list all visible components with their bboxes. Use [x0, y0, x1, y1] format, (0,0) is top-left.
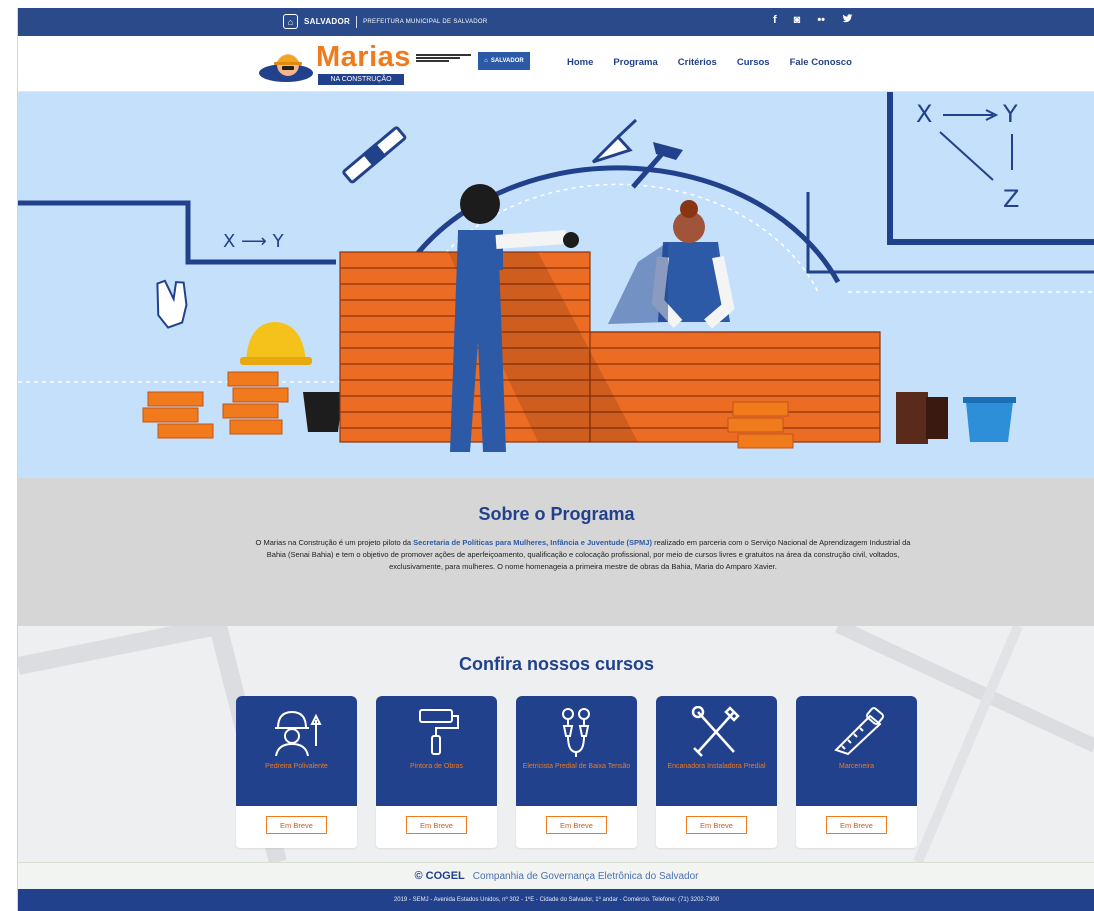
- courses-title: Confira nossos cursos: [458, 654, 655, 674]
- gov-divider: [356, 15, 358, 28]
- facebook-icon[interactable]: f: [773, 14, 777, 27]
- marias-logo[interactable]: Marias NA CONSTRUÇÃO: [256, 41, 411, 87]
- main-menu: Home Programa Critérios Cursos Fale Cono…: [567, 57, 852, 68]
- about-section: Sobre o Programa O Marias na Construção …: [18, 478, 1094, 626]
- course-title: Pedreira Polivalente: [265, 763, 328, 770]
- footer-bar: 2019 - SEMJ - Avenida Estados Unidos, nº…: [18, 889, 1094, 911]
- main-navbar: Marias NA CONSTRUÇÃO ⌂ SALVADOR Home Pro…: [18, 36, 1094, 92]
- about-title: Sobre o Programa: [478, 504, 635, 524]
- coming-soon-button[interactable]: Em Breve: [686, 816, 747, 834]
- course-card[interactable]: Pintora de Obras Em Breve: [376, 696, 497, 848]
- secretariat-logo: [416, 54, 471, 63]
- worker-icon: [275, 710, 322, 757]
- about-text: O Marias na Construção é um projeto pilo…: [250, 537, 916, 573]
- hero-xy-label: X ⟶ Y: [223, 231, 285, 252]
- hero-z-label: Z: [1003, 185, 1019, 213]
- electric-plug-icon: [562, 708, 590, 757]
- city-seal-icon: ⌂: [484, 58, 488, 64]
- footer-address: 2019 - SEMJ - Avenida Estados Unidos, nº…: [393, 897, 720, 903]
- gov-slogan: PREFEITURA MUNICIPAL DE SALVADOR: [363, 18, 488, 25]
- government-brand[interactable]: ⌂ SALVADOR PREFEITURA MUNICIPAL DE SALVA…: [283, 14, 488, 29]
- gov-brand-name: SALVADOR: [304, 17, 351, 26]
- logo-wordmark: Marias: [316, 41, 411, 73]
- course-card[interactable]: Eletricista Predial de Baixa Tensão Em B…: [516, 696, 637, 848]
- menu-item-criterios[interactable]: Critérios: [678, 57, 717, 68]
- course-title: Eletricista Predial de Baixa Tensão: [522, 763, 631, 770]
- wrench-icon: [691, 706, 740, 757]
- menu-item-cursos[interactable]: Cursos: [737, 57, 770, 68]
- course-card[interactable]: Encanadora Instaladora Predial Em Breve: [656, 696, 777, 848]
- course-title: Pintora de Obras: [410, 763, 463, 770]
- coming-soon-button[interactable]: Em Breve: [406, 816, 467, 834]
- instagram-icon[interactable]: ◙: [794, 14, 801, 27]
- menu-item-home[interactable]: Home: [567, 57, 593, 68]
- flickr-icon[interactable]: ••: [817, 14, 825, 27]
- course-cards: Pedreira Polivalente Em Breve Pintora de…: [236, 696, 917, 848]
- coming-soon-button[interactable]: Em Breve: [546, 816, 607, 834]
- twitter-icon[interactable]: [842, 14, 853, 27]
- course-card[interactable]: Marceneira Em Breve: [796, 696, 917, 848]
- construction-illustration: X ⟶ Y X Y Z: [18, 92, 1094, 452]
- salvador-badge-label: SALVADOR: [490, 58, 524, 64]
- coming-soon-button[interactable]: Em Breve: [266, 816, 327, 834]
- top-bar: ⌂ SALVADOR PREFEITURA MUNICIPAL DE SALVA…: [18, 8, 1094, 36]
- about-text-intro: O Marias na Construção é um projeto pilo…: [255, 538, 414, 547]
- cogel-strip[interactable]: © COGEL Companhia de Governança Eletrôni…: [18, 862, 1094, 889]
- course-title: Encanadora Instaladora Predial: [667, 763, 766, 770]
- hero-banner: X ⟶ Y X Y Z: [18, 92, 1094, 478]
- course-title: Marceneira: [838, 763, 874, 770]
- hero-y-label: Y: [1002, 100, 1018, 128]
- coming-soon-button[interactable]: Em Breve: [826, 816, 887, 834]
- menu-item-fale-conosco[interactable]: Fale Conosco: [790, 57, 852, 68]
- logo-subtitle: NA CONSTRUÇÃO: [318, 74, 404, 85]
- paint-roller-icon: [419, 709, 459, 755]
- salvador-badge[interactable]: ⌂ SALVADOR: [478, 52, 530, 70]
- worker-helmet-logo-icon: [259, 54, 313, 82]
- page-frame: ⌂ SALVADOR PREFEITURA MUNICIPAL DE SALVA…: [17, 8, 1094, 911]
- social-links: f ◙ ••: [773, 14, 853, 27]
- course-card[interactable]: Pedreira Polivalente Em Breve: [236, 696, 357, 848]
- about-text-highlight[interactable]: Secretaria de Políticas para Mulheres, I…: [413, 538, 652, 547]
- hero-x-label: X: [916, 100, 932, 128]
- menu-item-programa[interactable]: Programa: [613, 57, 657, 68]
- courses-section: Confira nossos cursos Pedreira Polivalen…: [18, 626, 1094, 862]
- city-seal-icon: ⌂: [283, 14, 298, 29]
- cogel-name: Companhia de Governança Eletrônica do Sa…: [472, 870, 699, 882]
- saw-icon: [834, 707, 884, 756]
- cogel-logo: © COGEL: [414, 870, 465, 882]
